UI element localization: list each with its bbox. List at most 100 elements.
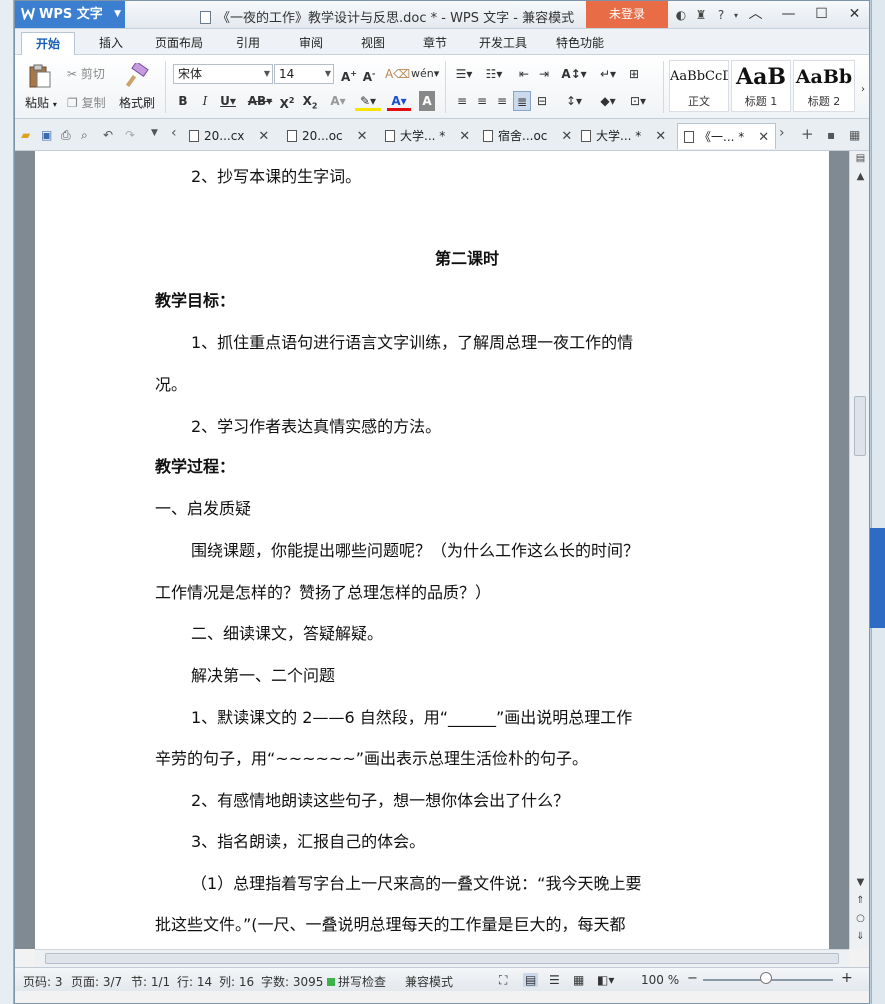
close-icon[interactable]: ✕ xyxy=(655,129,666,144)
next-page-icon[interactable]: ⇓ xyxy=(850,931,869,942)
copy-button[interactable]: ❐ 复制 xyxy=(67,94,106,111)
vertical-scrollbar[interactable]: ▤ ▲ ▼ ⇑ ○ ⇓ xyxy=(849,151,869,949)
page-view-icon[interactable]: ▤ xyxy=(523,973,539,987)
minimize-button[interactable]: — xyxy=(772,1,805,28)
paste-button[interactable]: 粘贴 ▾ xyxy=(25,94,57,111)
cut-button[interactable]: ✂ 剪切 xyxy=(67,65,105,82)
shading-icon[interactable]: ◆▾ xyxy=(595,91,621,111)
decrease-font-icon[interactable]: A- xyxy=(360,64,378,84)
print-preview-icon[interactable]: ⌕ xyxy=(81,128,88,143)
shirt-icon[interactable]: ♜ xyxy=(691,8,711,22)
bullet-list-icon[interactable]: ☰▾ xyxy=(451,64,477,84)
new-tab-icon[interactable]: + xyxy=(801,125,814,143)
collapse-ribbon-icon[interactable]: ︿ xyxy=(739,1,772,28)
zoom-slider-thumb[interactable] xyxy=(760,972,772,984)
doc-tab[interactable]: 20...oc ✕ xyxy=(287,123,368,149)
style-heading-1[interactable]: AaB 标题 1 xyxy=(731,60,791,112)
save-icon[interactable]: ▣ xyxy=(41,128,52,142)
close-icon[interactable]: ✕ xyxy=(758,130,769,145)
close-icon[interactable]: ✕ xyxy=(561,129,572,144)
skin-icon[interactable]: ◐ xyxy=(671,8,691,22)
tab-chapter[interactable]: 章节 xyxy=(419,32,451,55)
change-case-icon[interactable]: A↕▾ xyxy=(561,64,587,84)
status-word-count[interactable]: 字数: 3095 xyxy=(261,973,323,990)
align-right-icon[interactable]: ≡ xyxy=(493,91,511,111)
font-name-select[interactable]: 宋体 ▼ xyxy=(173,64,273,84)
doc-tab[interactable]: 大学... * ✕ xyxy=(581,123,666,149)
font-size-select[interactable]: 14 ▼ xyxy=(274,64,334,84)
tab-view[interactable]: 视图 xyxy=(357,32,389,55)
tab-references[interactable]: 引用 xyxy=(232,32,264,55)
table-icon[interactable]: ⊞ xyxy=(625,64,643,84)
font-color-icon[interactable]: A▾ xyxy=(387,91,411,111)
italic-icon[interactable]: I xyxy=(197,91,213,111)
tab-menu-icon[interactable]: ▦ xyxy=(849,128,860,142)
superscript-icon[interactable]: X2 xyxy=(277,91,297,111)
justify-icon[interactable]: ≣ xyxy=(513,91,531,111)
tab-home[interactable]: 开始 xyxy=(21,32,76,55)
close-icon[interactable]: ✕ xyxy=(258,129,269,144)
borders-icon[interactable]: ⊡▾ xyxy=(625,91,651,111)
distributed-icon[interactable]: ⊟ xyxy=(533,91,551,111)
increase-font-icon[interactable]: A+ xyxy=(340,64,358,84)
highlight-icon[interactable]: ✎▾ xyxy=(355,91,381,111)
open-folder-icon[interactable]: ▰ xyxy=(21,128,30,142)
doc-tab-active[interactable]: 《一... * ✕ xyxy=(677,123,777,149)
status-page[interactable]: 页面: 3/7 xyxy=(71,973,122,990)
print-icon[interactable]: ⎙ xyxy=(61,128,71,143)
character-shading-icon[interactable]: A xyxy=(419,91,435,111)
vertical-scroll-thumb[interactable] xyxy=(854,396,866,456)
help-icon[interactable]: ? xyxy=(711,8,731,22)
web-view-icon[interactable]: ▦ xyxy=(573,973,584,987)
strikethrough-icon[interactable]: AB▾ xyxy=(245,91,275,111)
split-view-icon[interactable]: ▤ xyxy=(850,153,869,164)
undo-icon[interactable]: ↶ xyxy=(103,128,113,142)
horizontal-scrollbar[interactable] xyxy=(35,949,849,967)
outline-view-icon[interactable]: ☰ xyxy=(549,973,560,987)
align-left-icon[interactable]: ≡ xyxy=(453,91,471,111)
doc-tab[interactable]: 大学... * ✕ xyxy=(385,123,470,149)
app-menu-button[interactable]: WPS 文字 ▼ xyxy=(15,1,125,28)
phonetic-guide-icon[interactable]: wén▾ xyxy=(411,64,439,84)
scroll-down-icon[interactable]: ▼ xyxy=(850,877,869,888)
paragraph-mark-icon[interactable]: ↵▾ xyxy=(595,64,621,84)
line-spacing-icon[interactable]: ↕▾ xyxy=(561,91,587,111)
format-painter-button[interactable]: 格式刷 xyxy=(119,94,155,111)
close-icon[interactable]: ✕ xyxy=(357,129,368,144)
format-painter-icon[interactable] xyxy=(125,63,151,89)
chevron-right-icon[interactable]: › xyxy=(779,125,785,141)
tab-page-layout[interactable]: 页面布局 xyxy=(151,32,207,55)
underline-icon[interactable]: U▾ xyxy=(217,91,239,111)
style-heading-2[interactable]: AaBb 标题 2 xyxy=(793,60,855,112)
zoom-out-icon[interactable]: − xyxy=(687,971,698,986)
close-icon[interactable]: ✕ xyxy=(459,129,470,144)
chevron-right-icon[interactable]: › xyxy=(857,80,869,100)
zoom-level[interactable]: 100 % xyxy=(641,973,679,987)
clear-format-icon[interactable]: A⌫ xyxy=(385,64,410,84)
doc-tab[interactable]: 20...cx ✕ xyxy=(189,123,269,149)
tab-review[interactable]: 审阅 xyxy=(295,32,327,55)
tab-special-features[interactable]: 特色功能 xyxy=(552,32,608,55)
align-center-icon[interactable]: ≡ xyxy=(473,91,491,111)
previous-page-icon[interactable]: ⇑ xyxy=(850,895,869,906)
text-effect-icon[interactable]: A▾ xyxy=(327,91,349,111)
full-screen-icon[interactable]: ⛶ xyxy=(499,973,507,988)
document-page[interactable]: 2、抄写本课的生字词。 第二课时 教学目标： 1、抓住重点语句进行语言文字训练，… xyxy=(35,151,829,951)
increase-indent-icon[interactable]: ⇥ xyxy=(535,64,553,84)
horizontal-scroll-thumb[interactable] xyxy=(45,953,839,964)
login-button[interactable]: 未登录 xyxy=(586,1,668,28)
redo-icon[interactable]: ↷ xyxy=(125,128,135,142)
tab-insert[interactable]: 插入 xyxy=(95,32,127,55)
scroll-up-icon[interactable]: ▲ xyxy=(850,171,869,182)
tab-developer[interactable]: 开发工具 xyxy=(475,32,531,55)
maximize-button[interactable]: ☐ xyxy=(805,1,838,28)
select-browse-object-icon[interactable]: ○ xyxy=(850,913,869,924)
numbered-list-icon[interactable]: ☷▾ xyxy=(481,64,507,84)
tab-list-icon[interactable]: ▪ xyxy=(827,128,835,142)
spell-check-toggle[interactable]: 拼写检查 xyxy=(327,973,386,990)
style-normal[interactable]: AaBbCcD 正文 xyxy=(669,60,729,112)
reading-view-icon[interactable]: ◧▾ xyxy=(597,973,614,987)
chevron-down-icon[interactable]: ▼ xyxy=(151,128,158,138)
doc-tab[interactable]: 宿舍...oc ✕ xyxy=(483,123,572,149)
bold-icon[interactable]: B xyxy=(175,91,191,111)
